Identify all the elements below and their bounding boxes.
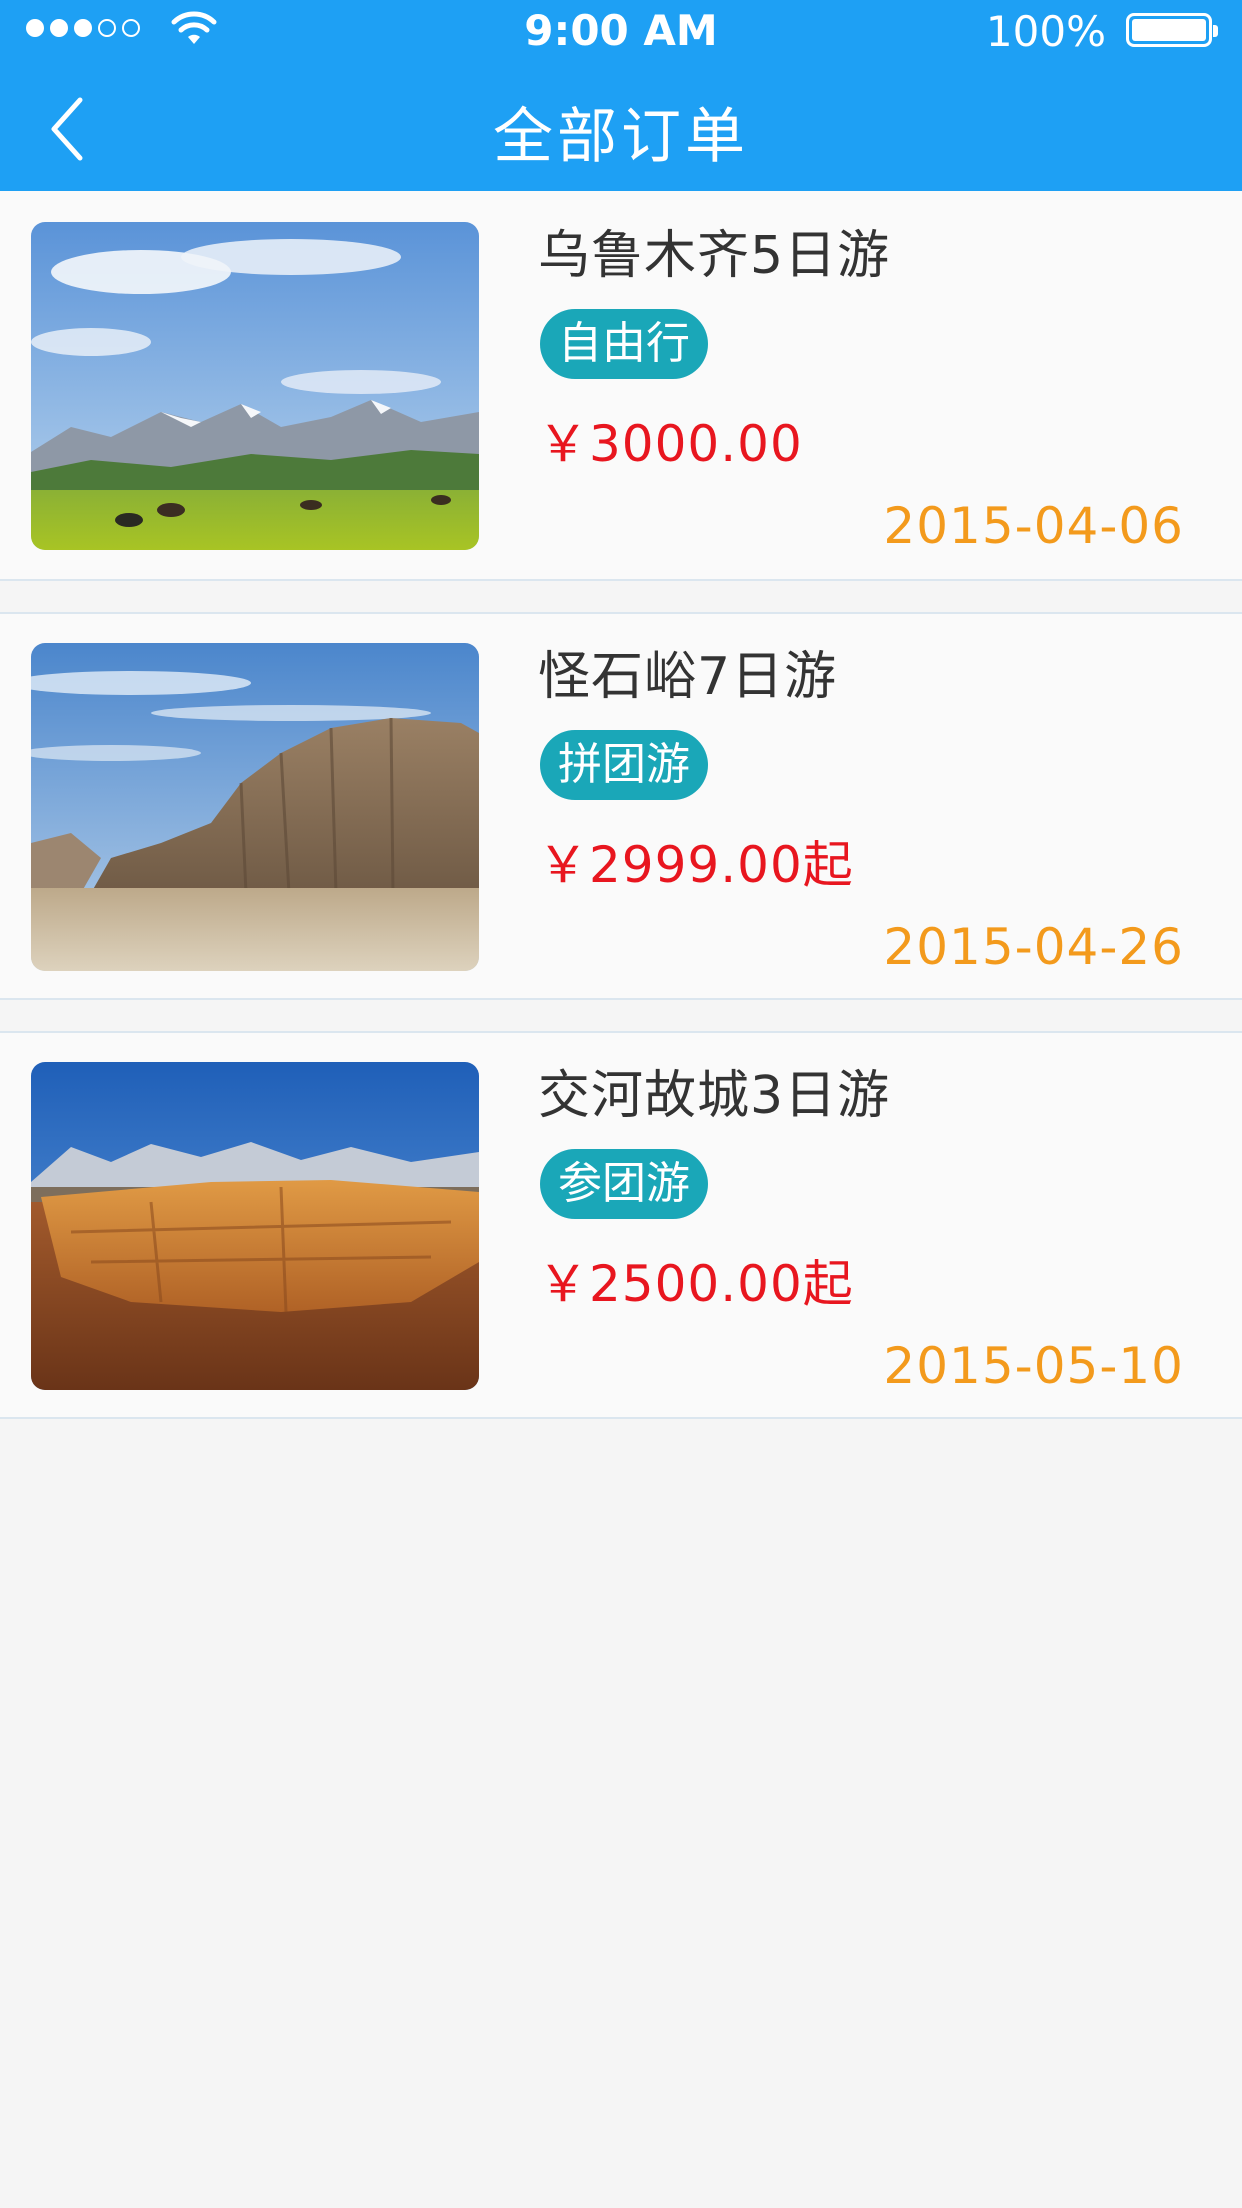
battery-icon — [1126, 13, 1218, 47]
battery-percentage: 100% — [985, 7, 1106, 56]
tour-type-badge: 拼团游 — [540, 730, 708, 800]
order-price: ￥2999.00起 — [538, 836, 854, 894]
order-title: 怪石峪7日游 — [538, 647, 838, 707]
order-title: 乌鲁木齐5日游 — [538, 226, 891, 286]
order-card[interactable]: 怪石峪7日游 拼团游 ￥2999.00起 2015-04-26 — [0, 612, 1242, 1000]
status-bar: 9:00 AM 100% — [0, 0, 1242, 58]
app-header: 9:00 AM 100% 全部订单 — [0, 0, 1242, 191]
order-title: 交河故城3日游 — [538, 1066, 891, 1126]
desert-rock-formation-photo — [31, 643, 479, 971]
order-price: ￥3000.00 — [538, 415, 803, 473]
navigation-bar: 全部订单 — [0, 58, 1242, 191]
tour-type-badge: 参团游 — [540, 1149, 708, 1219]
ancient-city-ruins-photo — [31, 1062, 479, 1390]
tour-type-badge: 自由行 — [540, 309, 708, 379]
order-date: 2015-04-26 — [883, 918, 1184, 976]
order-price: ￥2500.00起 — [538, 1255, 854, 1313]
order-list: 乌鲁木齐5日游 自由行 ￥3000.00 2015-04-06 怪石峪7日游 拼… — [0, 191, 1242, 1419]
page-title: 全部订单 — [493, 102, 749, 172]
order-date: 2015-05-10 — [883, 1337, 1184, 1395]
order-date: 2015-04-06 — [883, 497, 1184, 555]
grassland-mountains-photo — [31, 222, 479, 550]
order-card[interactable]: 交河故城3日游 参团游 ￥2500.00起 2015-05-10 — [0, 1031, 1242, 1419]
order-card[interactable]: 乌鲁木齐5日游 自由行 ￥3000.00 2015-04-06 — [0, 191, 1242, 581]
